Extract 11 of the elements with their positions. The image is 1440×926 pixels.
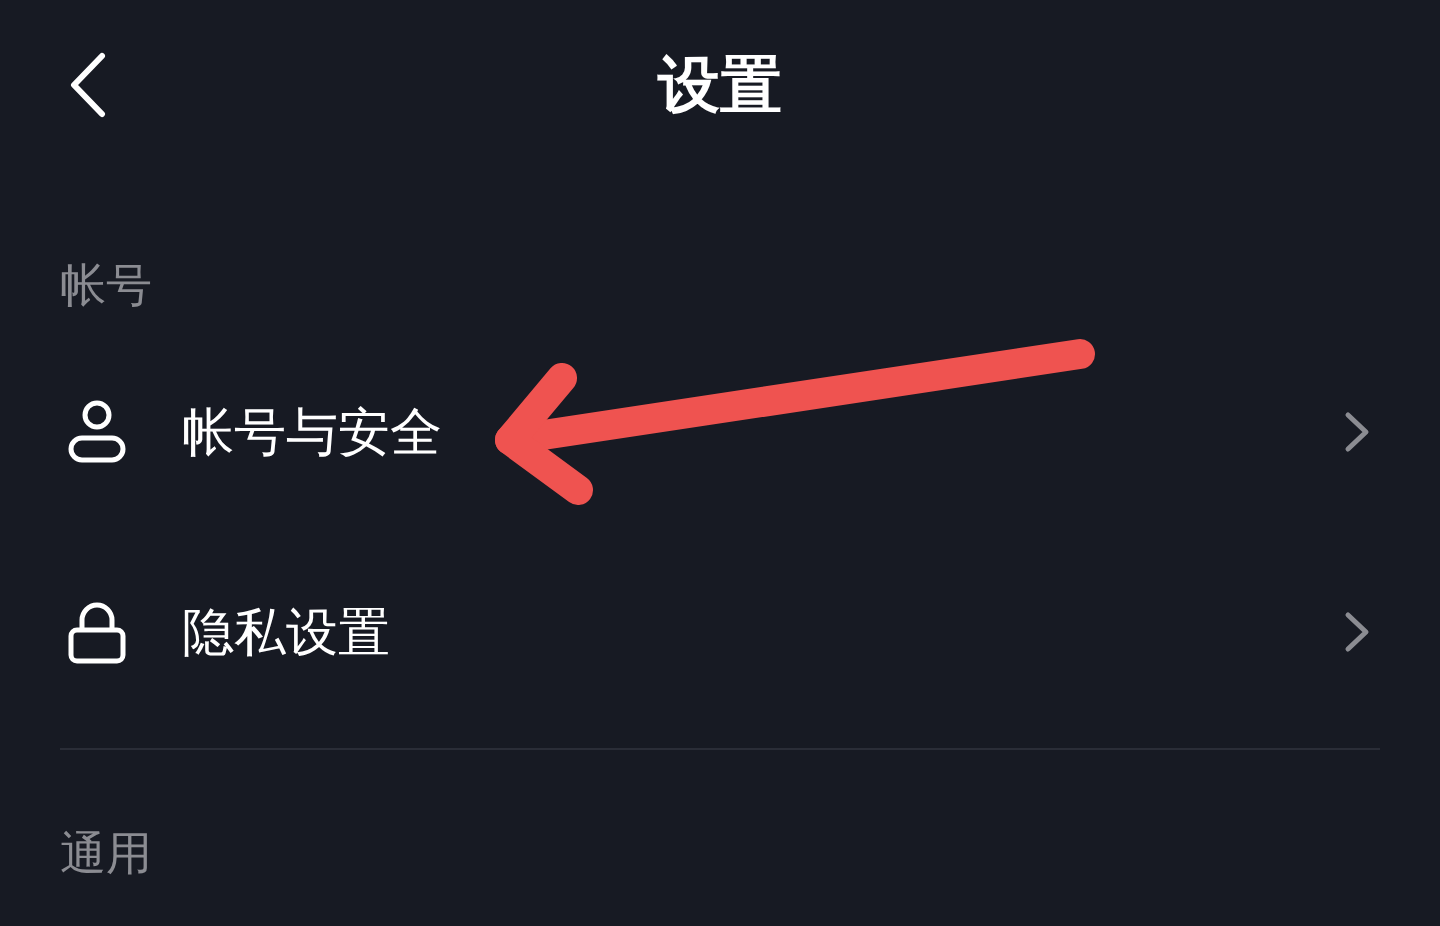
settings-row[interactable]: 帐号与安全 (0, 332, 1440, 532)
person-icon (68, 400, 126, 464)
page-title: 设置 (658, 54, 782, 116)
chevron-right-icon (1344, 611, 1370, 653)
lock-icon (68, 600, 126, 664)
chevron-right-icon (1344, 411, 1370, 453)
settings-row[interactable]: 隐私设置 (0, 532, 1440, 732)
section-label: 帐号 (60, 262, 152, 308)
row-label: 隐私设置 (182, 606, 390, 658)
section-label: 通用 (60, 830, 152, 876)
row-label: 帐号与安全 (182, 406, 442, 458)
